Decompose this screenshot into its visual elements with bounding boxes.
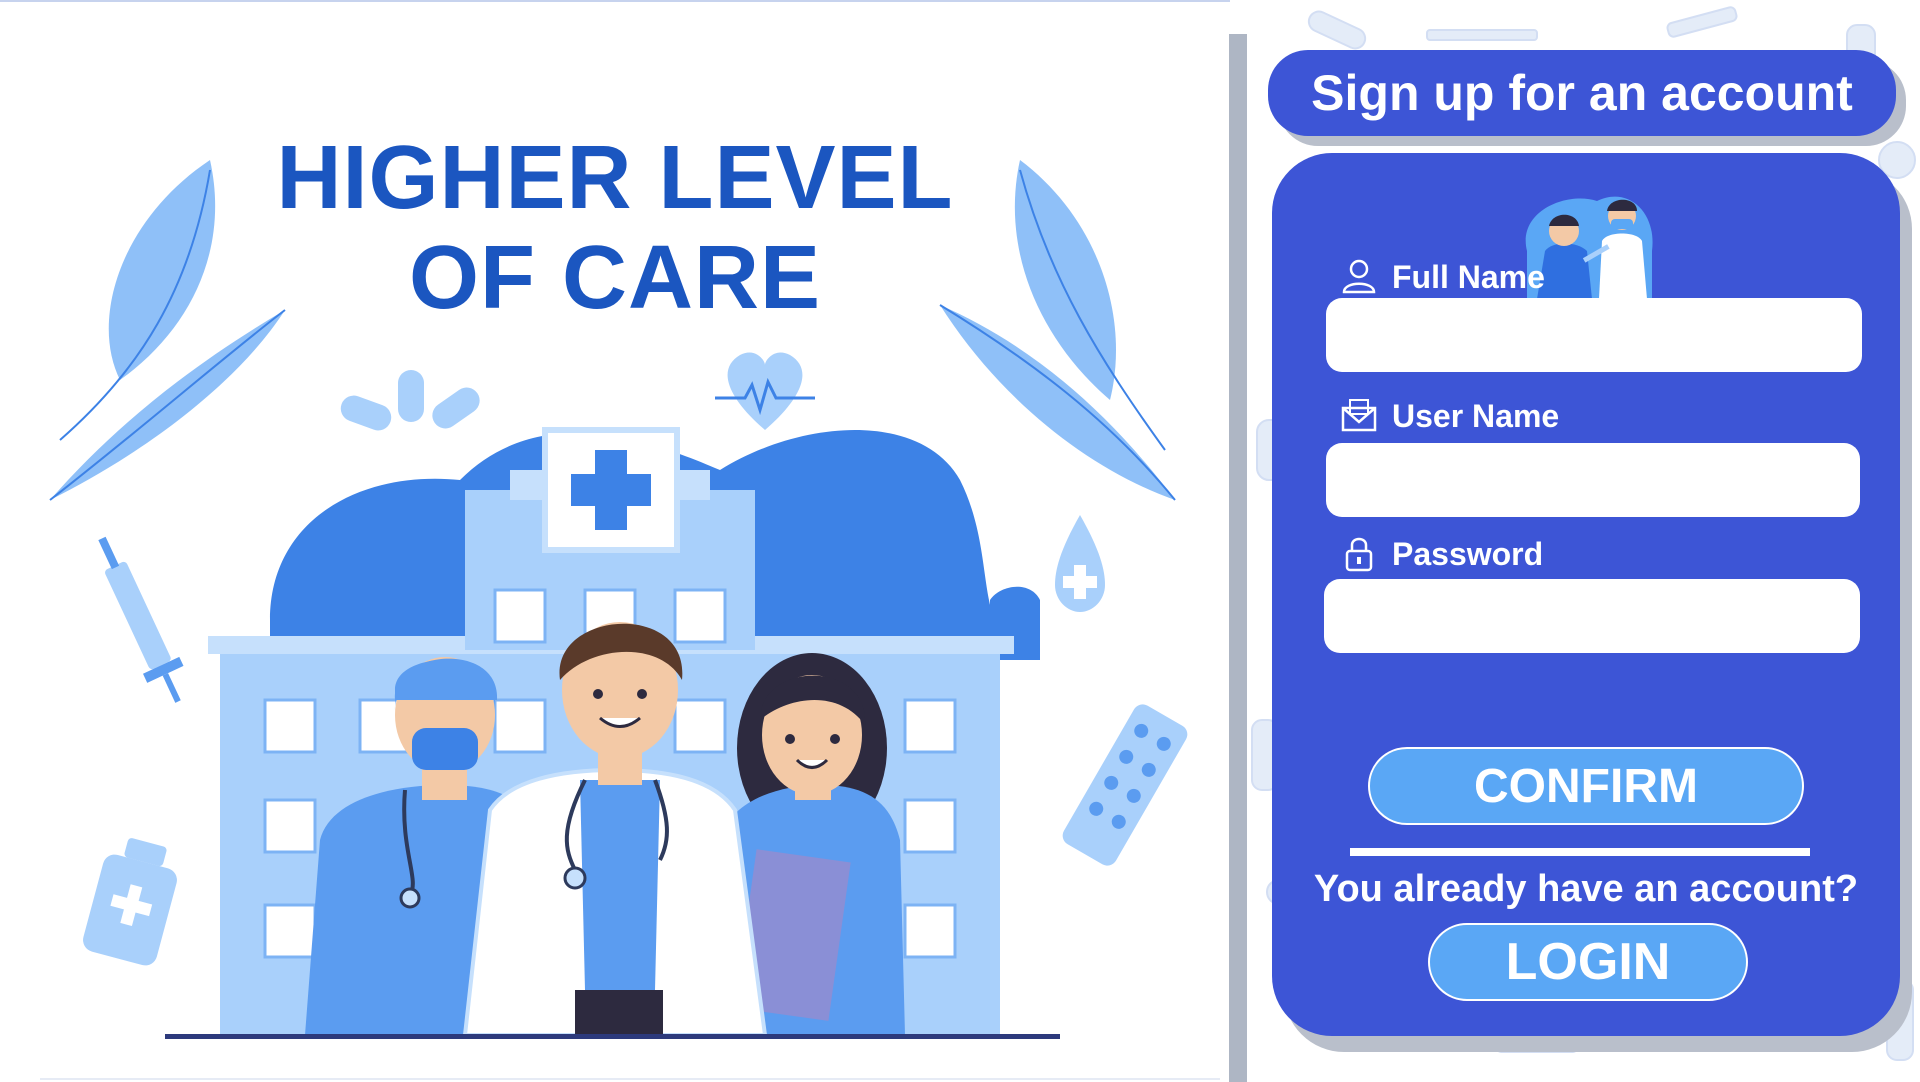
vertical-divider	[1229, 34, 1247, 1082]
medicine-bottle-icon	[83, 838, 177, 966]
confirm-button[interactable]: CONFIRM	[1368, 747, 1804, 825]
envelope-icon	[1341, 399, 1377, 432]
signup-title: Sign up for an account	[1311, 65, 1853, 121]
user-name-label: User Name	[1392, 398, 1560, 434]
full-name-input[interactable]	[1326, 298, 1862, 372]
login-prompt-text: You already have an account?	[1313, 868, 1859, 910]
login-button[interactable]: LOGIN	[1428, 923, 1748, 1001]
user-icon	[1342, 259, 1376, 294]
signup-form-card: Full Name User Name Password CONFIRM You…	[1272, 153, 1900, 1036]
password-input[interactable]	[1324, 579, 1860, 653]
password-label: Password	[1392, 536, 1544, 572]
ground-line	[165, 1034, 1060, 1039]
heart-icon	[715, 352, 815, 430]
bottom-border	[40, 1078, 1220, 1080]
hero-title: HIGHER LEVEL OF CARE	[210, 128, 1020, 328]
pills-icon	[340, 370, 480, 431]
user-name-input[interactable]	[1326, 443, 1860, 517]
separator-line	[1350, 848, 1810, 856]
syringe-icon	[98, 536, 184, 703]
lock-icon	[1345, 537, 1373, 572]
blood-drop-icon	[1055, 515, 1105, 612]
full-name-label: Full Name	[1392, 259, 1545, 295]
hero-illustration: HIGHER LEVEL OF CARE	[0, 0, 1230, 1082]
hero-title-line1: HIGHER LEVEL	[276, 128, 954, 228]
pill-blister-icon	[1062, 704, 1188, 866]
hero-title-line2: OF CARE	[409, 228, 821, 328]
signup-header: Sign up for an account	[1268, 50, 1896, 136]
